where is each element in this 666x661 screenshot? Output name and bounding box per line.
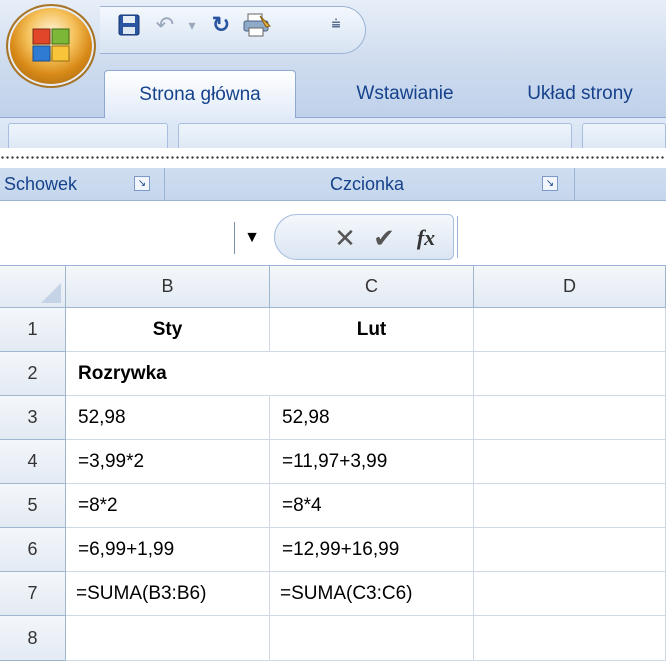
column-header-c[interactable]: C — [270, 266, 474, 308]
office-logo-icon — [32, 28, 70, 62]
quick-print-button[interactable] — [240, 12, 274, 38]
font-group-frame — [178, 123, 572, 149]
cell-c7[interactable]: =SUMA(C3:C6) — [270, 572, 474, 616]
chevron-down-icon: ▼ — [244, 229, 260, 246]
cell-c6[interactable]: =12,99+16,99 — [270, 528, 474, 572]
group-separator — [164, 168, 165, 200]
column-header-d[interactable]: D — [474, 266, 666, 308]
cell-b6[interactable]: =6,99+1,99 — [66, 528, 270, 572]
row-header[interactable]: 5 — [0, 484, 66, 528]
cell-d3[interactable] — [474, 396, 666, 440]
customize-qat-button[interactable]: ⩧ — [326, 12, 346, 38]
cell-d4[interactable] — [474, 440, 666, 484]
dialog-launcher-icon: ↘ — [545, 178, 555, 189]
cell-c2[interactable] — [270, 352, 474, 396]
row-header[interactable]: 4 — [0, 440, 66, 484]
name-box[interactable] — [0, 216, 230, 256]
cell-d7[interactable] — [474, 572, 666, 616]
row-header[interactable]: 2 — [0, 352, 66, 396]
tab-wstawianie[interactable]: Wstawianie — [320, 70, 490, 118]
tab-uklad-strony[interactable]: Układ strony — [500, 70, 660, 118]
cell-c8[interactable] — [270, 616, 474, 661]
clipboard-group-frame — [8, 123, 168, 149]
font-dialog-launcher[interactable]: ↘ — [542, 176, 558, 191]
insert-function-button[interactable]: fx — [408, 221, 444, 255]
cell-b2[interactable]: Rozrywka — [66, 352, 270, 396]
name-box-divider — [234, 222, 235, 254]
group-separator — [574, 168, 575, 200]
tab-strona-glowna[interactable]: Strona główna — [104, 70, 296, 118]
cell-d5[interactable] — [474, 484, 666, 528]
save-button[interactable] — [114, 12, 144, 38]
name-box-dropdown[interactable]: ▼ — [240, 228, 264, 248]
row-header[interactable]: 6 — [0, 528, 66, 572]
cell-b5[interactable]: =8*2 — [66, 484, 270, 528]
cell-b4[interactable]: =3,99*2 — [66, 440, 270, 484]
cell-d8[interactable] — [474, 616, 666, 661]
cell-c4[interactable]: =11,97+3,99 — [270, 440, 474, 484]
select-all-corner[interactable] — [0, 266, 66, 308]
cell-c1[interactable]: Lut — [270, 308, 474, 352]
redo-button[interactable]: ↻ — [206, 12, 236, 38]
alignment-group-frame — [582, 123, 666, 149]
clipped-ribbon-edge — [0, 148, 666, 168]
function-icon: fx — [416, 225, 436, 250]
tab-label: Układ strony — [527, 83, 633, 104]
undo-icon: ↶ — [155, 12, 175, 37]
row-header[interactable]: 1 — [0, 308, 66, 352]
chevron-down-icon: ▾ — [188, 16, 196, 33]
cell-d1[interactable] — [474, 308, 666, 352]
dialog-launcher-icon: ↘ — [137, 178, 147, 189]
corner-triangle-icon — [41, 283, 61, 303]
row-header[interactable]: 3 — [0, 396, 66, 440]
cell-b1[interactable]: Sty — [66, 308, 270, 352]
tab-label: Strona główna — [139, 83, 261, 105]
cell-c3[interactable]: 52,98 — [270, 396, 474, 440]
clipboard-dialog-launcher[interactable]: ↘ — [134, 176, 150, 191]
group-label-czcionka: Czcionka — [330, 173, 405, 194]
redo-icon: ↻ — [211, 12, 231, 37]
quick-print-icon — [243, 13, 271, 37]
tab-label: Wstawianie — [356, 83, 454, 104]
group-label-schowek: Schowek — [4, 173, 78, 194]
cell-d6[interactable] — [474, 528, 666, 572]
row-header[interactable]: 8 — [0, 616, 66, 661]
customize-qat-icon: ⩧ — [331, 16, 341, 33]
undo-button[interactable]: ↶ — [150, 12, 180, 38]
column-header-b[interactable]: B — [66, 266, 270, 308]
worksheet-grid: B C D 1 Sty Lut 2 Rozrywka 3 52,98 52,98… — [0, 266, 666, 661]
formula-input[interactable] — [462, 216, 666, 258]
cell-b3[interactable]: 52,98 — [66, 396, 270, 440]
cell-b8[interactable] — [66, 616, 270, 661]
row-header[interactable]: 7 — [0, 572, 66, 616]
undo-dropdown[interactable]: ▾ — [182, 12, 202, 38]
enter-entry-button[interactable]: ✔ — [368, 221, 400, 255]
cell-c5[interactable]: =8*4 — [270, 484, 474, 528]
checkmark-icon: ✔ — [373, 222, 395, 253]
close-icon: ✕ — [334, 222, 356, 253]
formula-divider — [457, 216, 458, 258]
cell-b7[interactable]: =SUMA(B3:B6) — [66, 572, 270, 616]
floppy-disk-icon — [118, 14, 140, 36]
cancel-entry-button[interactable]: ✕ — [330, 221, 360, 255]
cell-d2[interactable] — [474, 352, 666, 396]
